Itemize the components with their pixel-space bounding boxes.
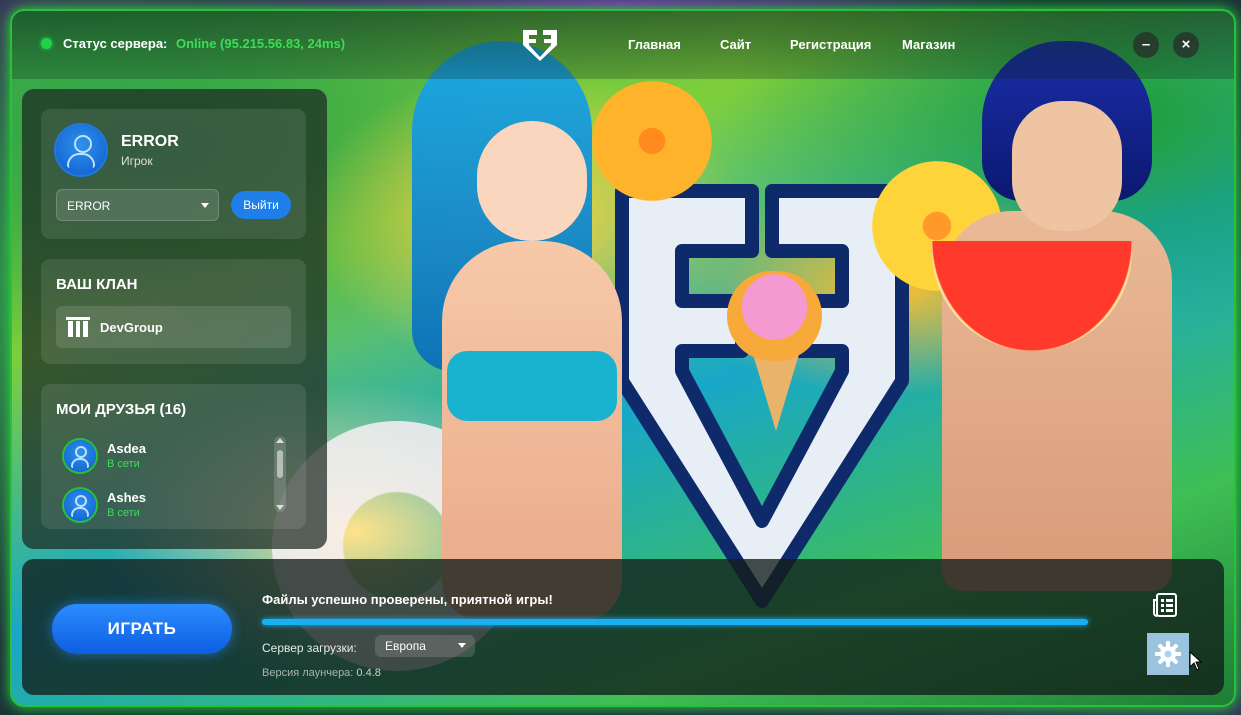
account-select[interactable]: ERROR	[56, 189, 219, 221]
mouse-cursor-icon	[1189, 651, 1203, 671]
friend-status: В сети	[107, 507, 140, 519]
server-status-value: Online (95.215.56.83, 24ms)	[176, 36, 346, 51]
play-button[interactable]: ИГРАТЬ	[52, 604, 232, 654]
brand-logo-icon[interactable]	[520, 27, 560, 63]
chevron-down-icon	[201, 203, 209, 208]
download-server-value: Европа	[385, 639, 426, 653]
version-value: 0.4.8	[356, 667, 381, 679]
ice-cream-scoop	[727, 271, 822, 361]
friends-title: МОИ ДРУЗЬЯ (16)	[56, 401, 187, 418]
chevron-down-icon	[458, 643, 466, 648]
user-body-icon	[67, 153, 95, 168]
close-button[interactable]: ×	[1173, 32, 1199, 58]
logout-button[interactable]: Выйти	[231, 191, 291, 219]
bottom-panel: ИГРАТЬ Файлы успешно проверены, приятной…	[22, 559, 1224, 695]
girl-face	[477, 121, 587, 241]
server-status-label: Статус сервера:	[63, 36, 168, 51]
launcher-window: Статус сервера: Online (95.215.56.83, 24…	[10, 9, 1236, 707]
friend-status: В сети	[107, 458, 140, 470]
clan-card: ВАШ КЛАН DevGroup	[41, 259, 306, 364]
news-list-icon[interactable]	[1153, 592, 1179, 618]
nav-site[interactable]: Сайт	[720, 37, 751, 52]
account-select-value: ERROR	[67, 199, 111, 213]
clan-title: ВАШ КЛАН	[56, 276, 138, 293]
nav-home[interactable]: Главная	[628, 37, 681, 52]
minimize-button[interactable]: –	[1133, 32, 1159, 58]
clan-item[interactable]: DevGroup	[56, 306, 291, 348]
progress-bar	[262, 619, 1088, 625]
friend-avatar	[64, 440, 96, 472]
left-sidebar: ERROR Игрок ERROR Выйти ВАШ КЛАН DevGrou…	[22, 89, 327, 549]
avatar[interactable]	[56, 125, 106, 175]
clan-emblem-icon	[66, 317, 90, 337]
scroll-down-icon[interactable]	[276, 505, 284, 510]
top-bar: Статус сервера: Online (95.215.56.83, 24…	[12, 11, 1234, 79]
profile-card: ERROR Игрок ERROR Выйти	[41, 109, 306, 239]
clan-name: DevGroup	[100, 320, 163, 335]
progress-fill	[262, 619, 1088, 625]
ice-cream-cone	[752, 351, 800, 431]
profile-role: Игрок	[121, 154, 153, 168]
girl-swimsuit	[447, 351, 617, 421]
launcher-version: Версия лаунчера: 0.4.8	[262, 667, 381, 679]
gear-icon	[1155, 641, 1181, 667]
download-server-select[interactable]: Европа	[375, 635, 475, 657]
user-head-icon	[74, 135, 92, 153]
settings-button[interactable]	[1147, 633, 1189, 675]
profile-name: ERROR	[121, 133, 179, 150]
friends-scrollbar[interactable]	[274, 436, 286, 512]
scroll-thumb[interactable]	[277, 450, 283, 478]
nav-shop[interactable]: Магазин	[902, 37, 955, 52]
friend-avatar	[64, 489, 96, 521]
orange-flower-left	[592, 81, 712, 201]
scroll-up-icon[interactable]	[276, 438, 284, 443]
status-message: Файлы успешно проверены, приятной игры!	[262, 592, 553, 607]
friend-name: Asdea	[107, 441, 147, 456]
server-status-dot	[41, 38, 52, 49]
friend-name: Ashes	[107, 490, 147, 505]
boy-face	[1012, 101, 1122, 231]
friend-item[interactable]: Asdea В сети	[64, 440, 264, 480]
version-label: Версия лаунчера:	[262, 667, 354, 679]
friend-item[interactable]: Ashes В сети	[64, 489, 264, 529]
nav-register[interactable]: Регистрация	[790, 37, 871, 52]
friends-card: МОИ ДРУЗЬЯ (16) Asdea В сети Ashes В сет…	[41, 384, 306, 529]
download-server-label: Сервер загрузки:	[262, 641, 357, 655]
